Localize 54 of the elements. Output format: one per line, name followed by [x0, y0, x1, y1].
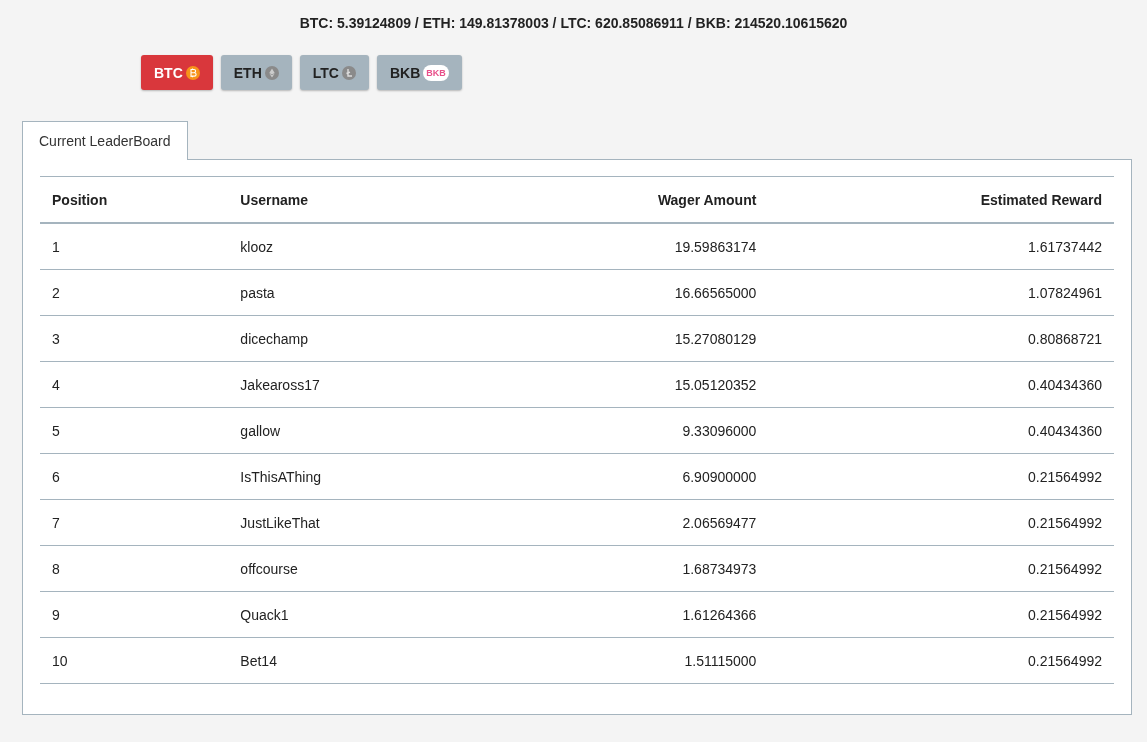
- coin-logo: BKB: [423, 64, 449, 81]
- table-cell: 0.40434360: [768, 407, 1114, 454]
- table-cell: pasta: [228, 269, 478, 316]
- table-cell: Jakeaross17: [228, 361, 478, 408]
- table-cell: 0.21564992: [768, 591, 1114, 638]
- column-header: Wager Amount: [477, 176, 769, 223]
- table-cell: 19.59863174: [477, 223, 769, 270]
- column-header: Username: [228, 176, 478, 223]
- table-cell: 15.27080129: [477, 315, 769, 362]
- table-cell: 16.66565000: [477, 269, 769, 316]
- table-cell: 1.61737442: [768, 223, 1114, 270]
- table-cell: klooz: [228, 223, 478, 270]
- table-cell: 10: [40, 637, 229, 684]
- diamond-coin-icon: [264, 65, 279, 80]
- currency-button[interactable]: BKB BKB: [376, 55, 462, 90]
- table-cell: 2: [40, 269, 229, 316]
- table-cell: offcourse: [228, 545, 478, 592]
- table-cell: 9: [40, 591, 229, 638]
- table-cell: 1.07824961: [768, 269, 1114, 316]
- table-cell: 0.21564992: [768, 637, 1114, 684]
- table-cell: 1.61264366: [477, 591, 769, 638]
- column-header: Estimated Reward: [768, 176, 1114, 223]
- table-cell: 4: [40, 361, 229, 408]
- table-cell: 6.90900000: [477, 453, 769, 500]
- balances-summary: BTC: 5.39124809 / ETH: 149.81378003 / LTC: 620.85086911 / BKB: 214520.10615620: [298, 14, 849, 31]
- table-cell: 5: [40, 407, 229, 454]
- table-cell: JustLikeThat: [228, 499, 478, 546]
- table-cell: 3: [40, 315, 229, 362]
- table-cell: 15.05120352: [477, 361, 769, 408]
- table-cell: Quack1: [228, 591, 478, 638]
- currency-button[interactable]: BTC: [141, 55, 213, 90]
- table-cell: 0.80868721: [768, 315, 1114, 362]
- table-cell: 1: [40, 223, 229, 270]
- table-cell: Bet14: [228, 637, 478, 684]
- currency-button[interactable]: LTC: [299, 55, 369, 90]
- table-cell: 0.21564992: [768, 453, 1114, 500]
- table-cell: 9.33096000: [477, 407, 769, 454]
- table-cell: IsThisAThing: [228, 453, 478, 500]
- table-cell: 6: [40, 453, 229, 500]
- currency-button[interactable]: ETH: [220, 55, 292, 90]
- table-cell: 2.06569477: [477, 499, 769, 546]
- coin-icon: [185, 65, 200, 80]
- table-cell: 0.21564992: [768, 499, 1114, 546]
- table-cell: 1.68734973: [477, 545, 769, 592]
- coin-icon: [341, 65, 356, 80]
- table-cell: 0.40434360: [768, 361, 1114, 408]
- table-cell: 0.21564992: [768, 545, 1114, 592]
- table-cell: 8: [40, 545, 229, 592]
- table-cell: dicechamp: [228, 315, 478, 362]
- table-cell: 7: [40, 499, 229, 546]
- table-cell: 1.51115000: [477, 637, 769, 684]
- table-cell: gallow: [228, 407, 478, 454]
- tab[interactable]: Current LeaderBoard: [22, 121, 188, 160]
- column-header: Position: [40, 176, 229, 223]
